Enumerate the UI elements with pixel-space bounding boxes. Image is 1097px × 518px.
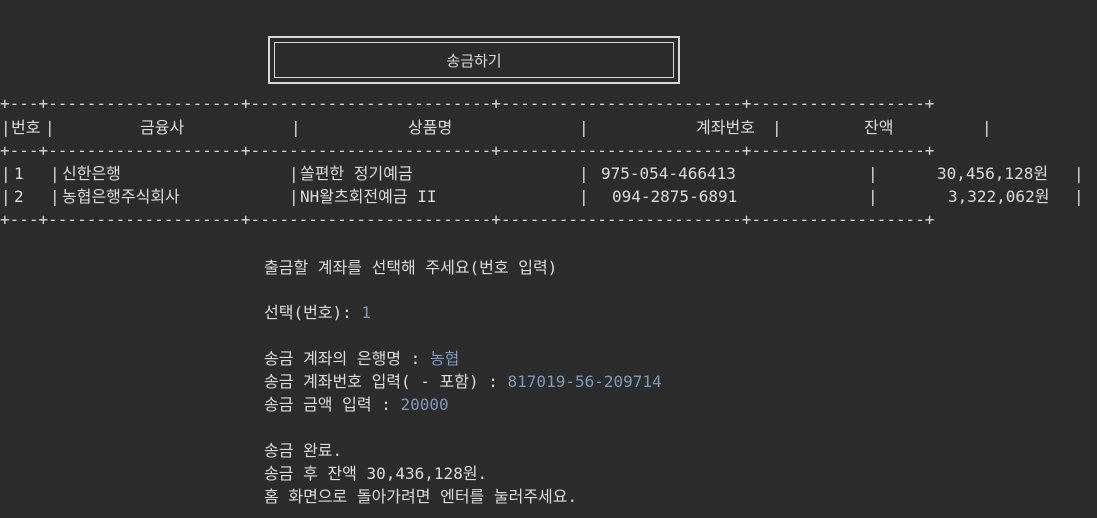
table-border-top: +---+--------------------+--------------… (0, 94, 935, 113)
col-sep: | (289, 187, 299, 206)
table-border-bottom: +---+--------------------+--------------… (0, 210, 935, 229)
row-balance: 30,456,128원 (937, 164, 1049, 183)
row-no: 1 (14, 164, 24, 183)
col-sep: | (1, 187, 11, 206)
col-sep: | (982, 118, 992, 137)
row-product: NH왈츠회전예금 II (300, 187, 437, 206)
title-box-inner-bottom (274, 77, 674, 78)
title-box: 송금하기 (268, 36, 680, 84)
account-label: 송금 계좌번호 입력( - 포함) : (264, 372, 508, 391)
account-input[interactable]: 817019-56-209714 (508, 372, 662, 391)
select-line: 선택(번호): 1 (264, 301, 371, 324)
page-title: 송금하기 (446, 52, 502, 70)
header-balance: 잔액 (864, 118, 894, 137)
row-no: 2 (14, 187, 24, 206)
amount-input[interactable]: 20000 (400, 395, 448, 414)
col-sep: | (291, 118, 301, 137)
row-bank: 농협은행주식회사 (62, 187, 180, 206)
title-box-inner-top (274, 42, 674, 43)
col-sep: | (50, 164, 60, 183)
col-sep: | (579, 164, 589, 183)
col-sep: | (772, 118, 782, 137)
col-sep: | (1, 164, 11, 183)
select-account-prompt: 출금할 계좌를 선택해 주세요(번호 입력) (264, 258, 558, 277)
col-sep: | (289, 164, 299, 183)
header-bank: 금융사 (140, 118, 185, 137)
col-sep: | (1074, 187, 1084, 206)
col-sep: | (1074, 164, 1084, 183)
col-sep: | (1, 118, 11, 137)
row-balance: 3,322,062원 (948, 187, 1050, 206)
bank-line: 송금 계좌의 은행명 : 농협 (264, 347, 459, 370)
row-account: 975-054-466413 (601, 164, 736, 183)
table-border-header: +---+--------------------+--------------… (0, 141, 935, 160)
go-home-message: 홈 화면으로 돌아가려면 엔터를 눌러주세요. (264, 487, 578, 506)
header-no: 번호 (11, 118, 41, 137)
bank-input[interactable]: 농협 (430, 349, 459, 368)
select-input[interactable]: 1 (361, 303, 371, 322)
amount-label: 송금 금액 입력 : (264, 395, 401, 414)
col-sep: | (45, 118, 55, 137)
row-account: 094-2875-6891 (612, 187, 738, 206)
row-bank: 신한은행 (62, 164, 121, 183)
header-product: 상품명 (408, 118, 453, 137)
after-balance-message: 송금 후 잔액 30,436,128원. (264, 464, 488, 483)
transfer-done-message: 송금 완료. (264, 441, 343, 460)
amount-line: 송금 금액 입력 : 20000 (264, 393, 449, 416)
select-label: 선택(번호): (264, 303, 362, 322)
account-line: 송금 계좌번호 입력( - 포함) : 817019-56-209714 (264, 370, 662, 393)
col-sep: | (868, 187, 878, 206)
col-sep: | (579, 187, 589, 206)
col-sep: | (868, 164, 878, 183)
row-product: 쏠편한 정기예금 (300, 164, 413, 183)
col-sep: | (579, 118, 589, 137)
header-account: 계좌번호 (696, 118, 755, 137)
col-sep: | (50, 187, 60, 206)
bank-label: 송금 계좌의 은행명 : (264, 349, 430, 368)
